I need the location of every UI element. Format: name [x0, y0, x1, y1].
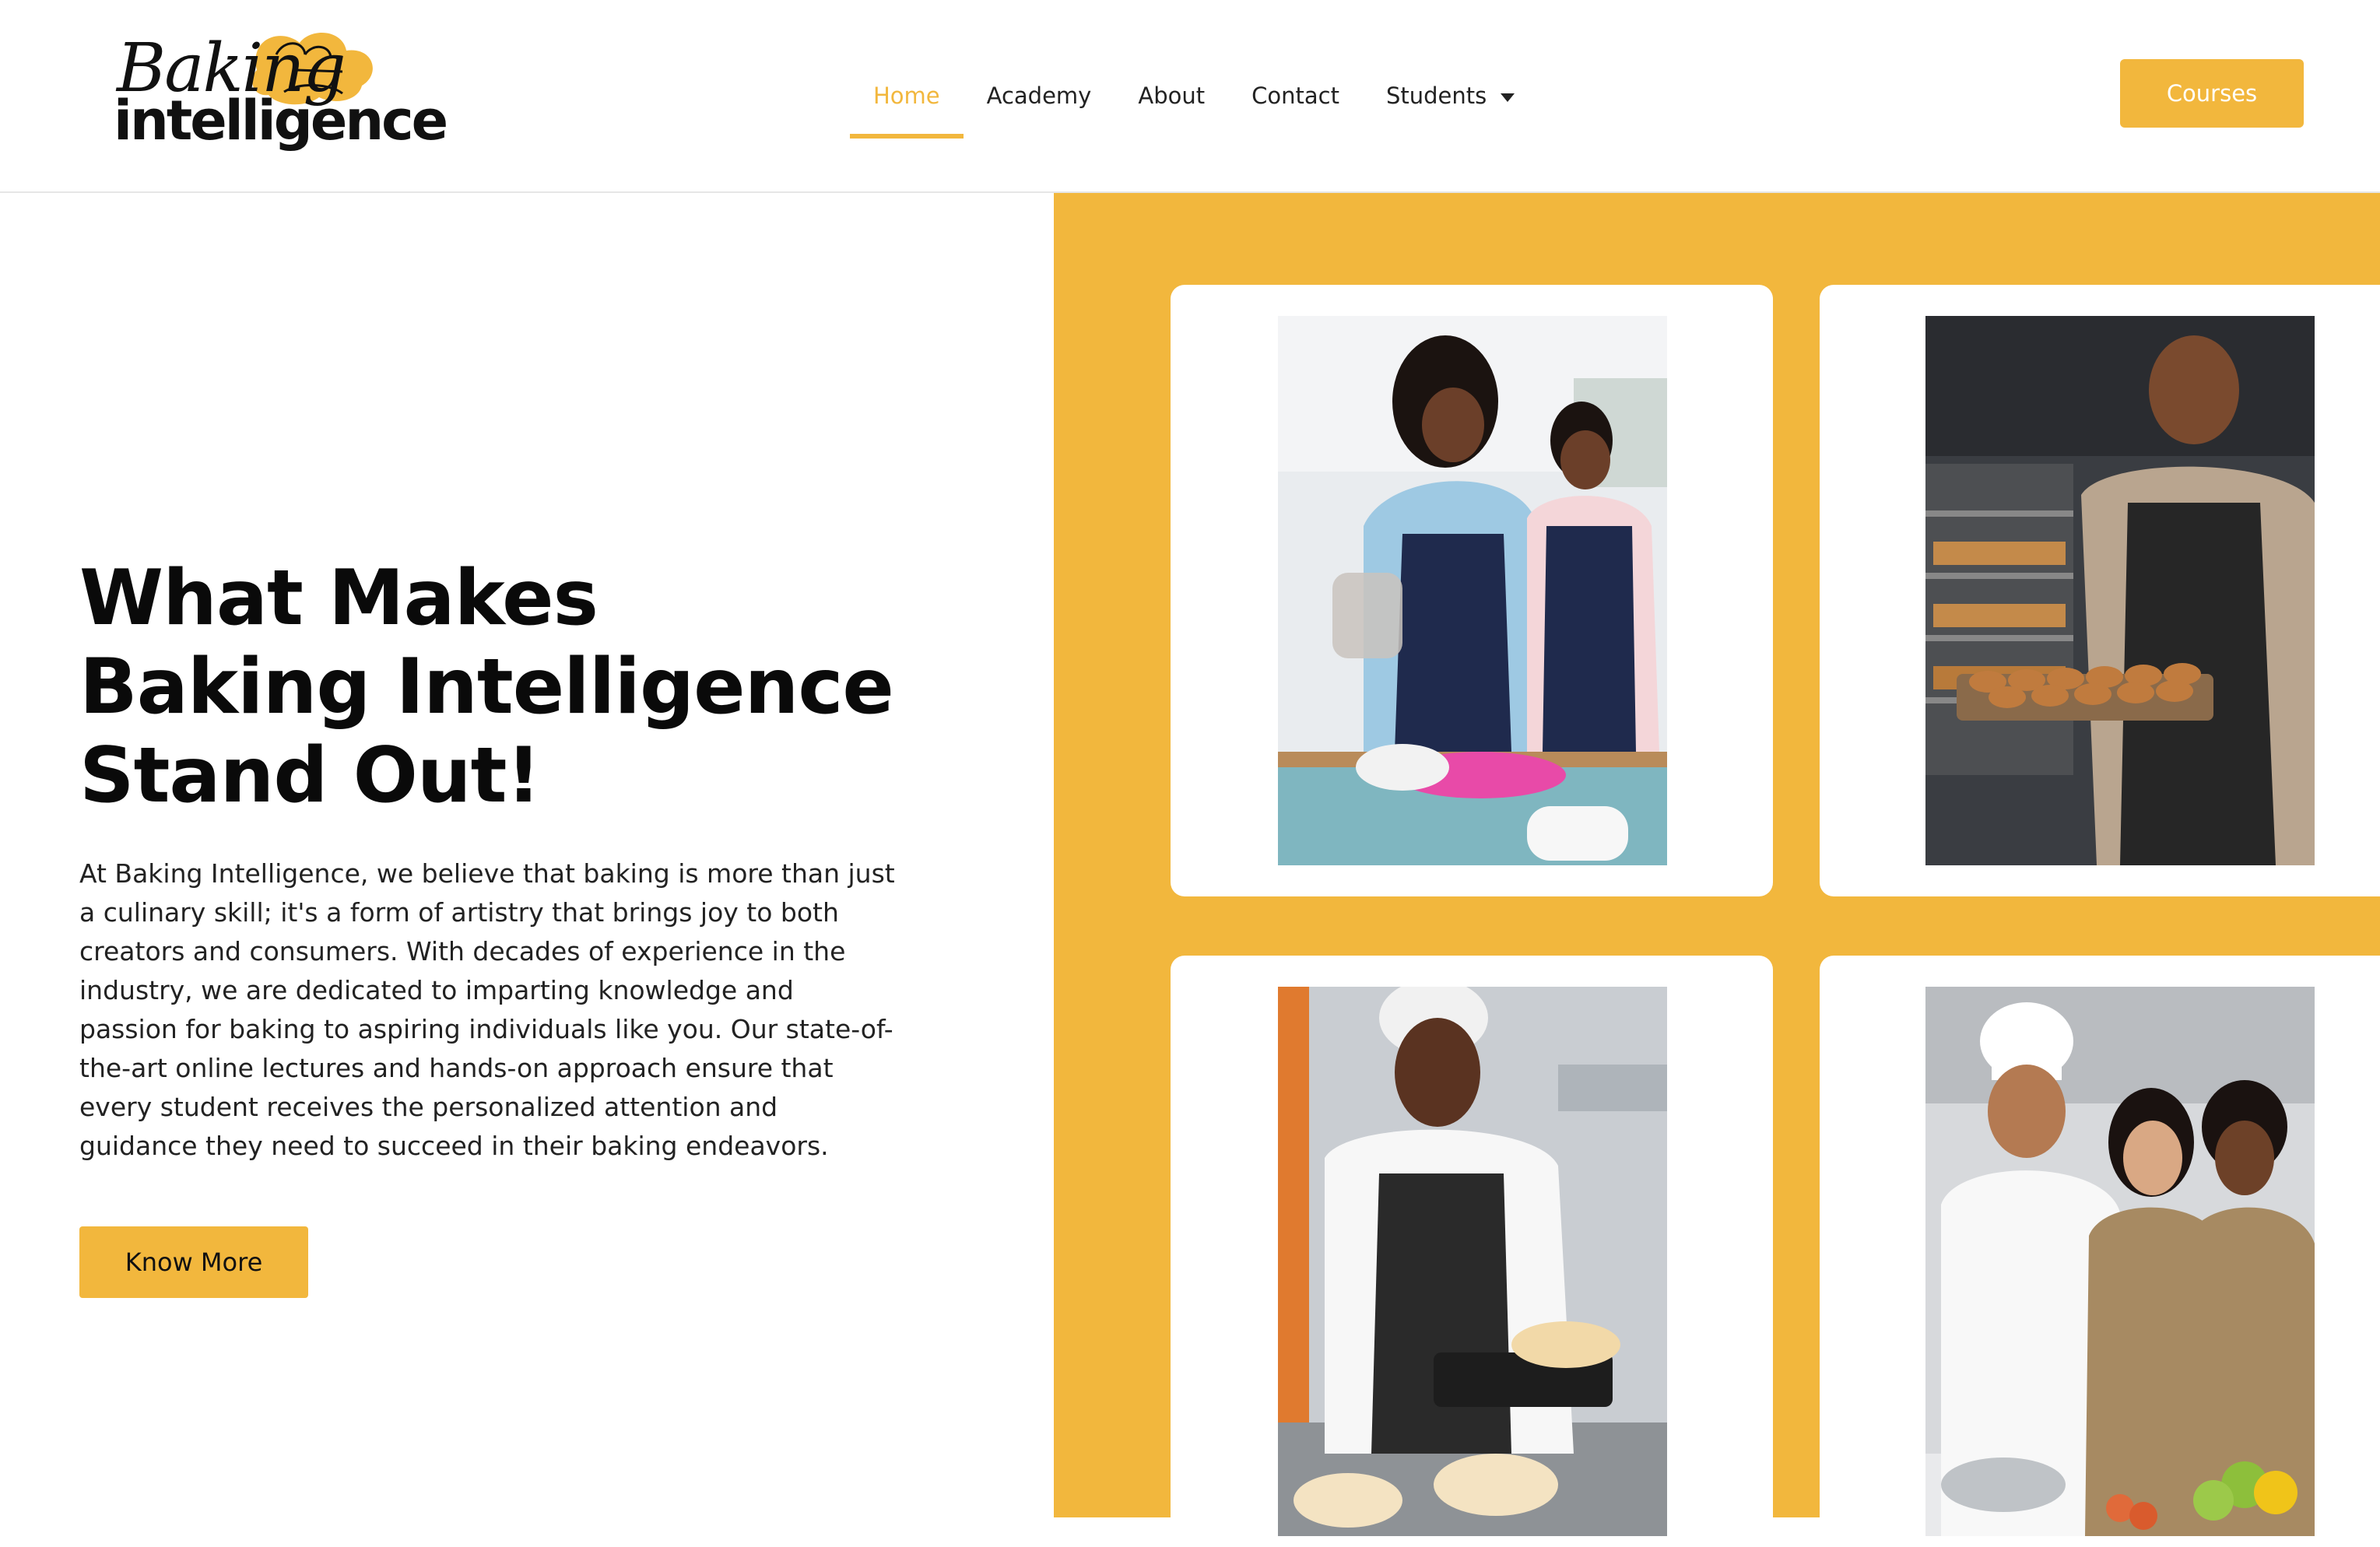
gallery-card-2 — [1820, 285, 2380, 896]
courses-button[interactable]: Courses — [2120, 59, 2304, 128]
hero-headline: What Makes Baking Intelligence Stand Out… — [79, 554, 894, 820]
gallery-card-4 — [1820, 956, 2380, 1547]
main-nav: Home Academy About Contact Students — [850, 0, 1538, 191]
gallery-card-3 — [1171, 956, 1773, 1547]
site-logo[interactable]: Baking intelligence — [109, 23, 448, 163]
hero-body: At Baking Intelligence, we believe that … — [79, 858, 895, 1161]
photo-women-baking — [1278, 316, 1667, 865]
nav-students[interactable]: Students — [1363, 0, 1538, 191]
gallery-panel — [1054, 193, 2380, 1547]
photo-baker-pastries — [1925, 316, 2315, 865]
logo-word-intelligence: intelligence — [114, 89, 448, 153]
nav-about[interactable]: About — [1115, 0, 1228, 191]
nav-academy[interactable]: Academy — [964, 0, 1115, 191]
site-header: Baking intelligence Home Academy About C… — [0, 0, 2380, 193]
know-more-button[interactable]: Know More — [79, 1226, 308, 1298]
chevron-down-icon — [1501, 93, 1515, 102]
gallery-card-1 — [1171, 285, 1773, 896]
nav-contact[interactable]: Contact — [1228, 0, 1363, 191]
nav-students-label: Students — [1385, 82, 1487, 109]
hero-text: What Makes Baking Intelligence Stand Out… — [79, 554, 904, 1191]
photo-chef-students — [1925, 987, 2315, 1536]
photo-baker-kneading — [1278, 987, 1667, 1536]
nav-home[interactable]: Home — [850, 0, 964, 191]
